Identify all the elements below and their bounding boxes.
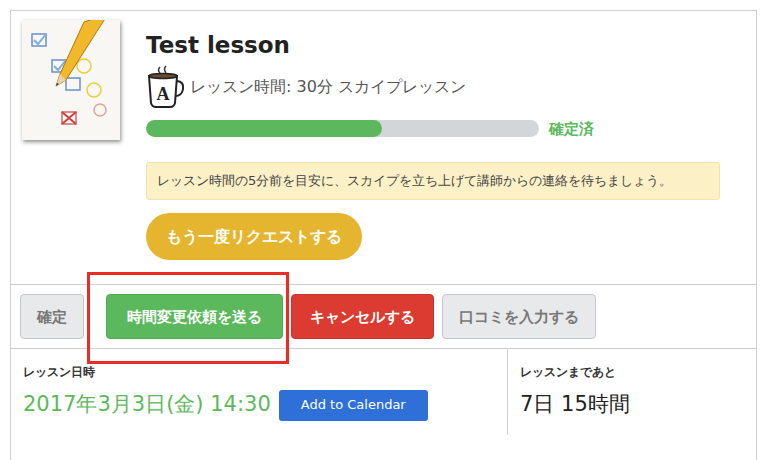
lesson-card: Test lesson A レッスン時間: 30分 スカイプレッスン確定済レッスン時… <box>10 10 757 460</box>
action-button[interactable]: 時間変更依頼を送る <box>106 294 283 339</box>
notice-box: レッスン時間の5分前を目安に、スカイプを立ち上げて講師からの連絡を待ちましょう。 <box>146 162 720 200</box>
action-item: 時間変更依頼を送る <box>106 294 283 339</box>
request-again-button[interactable]: もう一度リクエストする <box>146 213 362 260</box>
date-row: 2017年3月3日(金) 14:30 Add to Calendar <box>23 389 495 421</box>
action-button: 口コミを入力する <box>442 294 596 339</box>
progress-row: 確定済 <box>146 118 594 141</box>
remaining-cell: レッスンまであと 7日 15時間 <box>508 349 756 435</box>
action-item: 口コミを入力する <box>442 294 596 339</box>
action-bar: 確定時間変更依頼を送るキャンセルする口コミを入力する <box>11 284 756 349</box>
progress-label: 確定済 <box>549 118 594 141</box>
lesson-date: 2017年3月3日(金) 14:30 <box>23 389 271 421</box>
action-button[interactable]: キャンセルする <box>291 294 434 339</box>
lesson-details: Test lesson A レッスン時間: 30分 スカイプレッスン確定済レッスン時… <box>146 20 720 260</box>
lesson-meta: A レッスン時間: 30分 スカイプレッスン <box>146 64 466 110</box>
add-to-calendar-button[interactable]: Add to Calendar <box>279 390 428 421</box>
lesson-meta-text: レッスン時間: 30分 スカイプレッスン <box>190 75 466 99</box>
coffee-cup-icon: A <box>146 65 184 109</box>
date-cell: レッスン日時 2017年3月3日(金) 14:30 Add to Calendar <box>11 349 508 435</box>
lesson-thumbnail <box>22 20 120 140</box>
action-item: 確定 <box>20 294 84 339</box>
lesson-summary: Test lesson A レッスン時間: 30分 スカイプレッスン確定済レッスン時… <box>11 11 756 284</box>
progress-fill <box>146 120 382 137</box>
remaining-time: 7日 15時間 <box>520 389 744 421</box>
progress-track <box>146 120 539 137</box>
lesson-title: Test lesson <box>146 32 290 60</box>
remaining-label: レッスンまであと <box>520 363 744 381</box>
schedule-info: レッスン日時2017年3月3日(金) 14:30Add to Calendarレ… <box>11 349 756 435</box>
highlight-frame <box>87 272 289 364</box>
svg-text:A: A <box>157 84 170 104</box>
date-label: レッスン日時 <box>23 363 495 381</box>
action-button: 確定 <box>20 294 84 339</box>
action-item: キャンセルする <box>291 294 434 339</box>
